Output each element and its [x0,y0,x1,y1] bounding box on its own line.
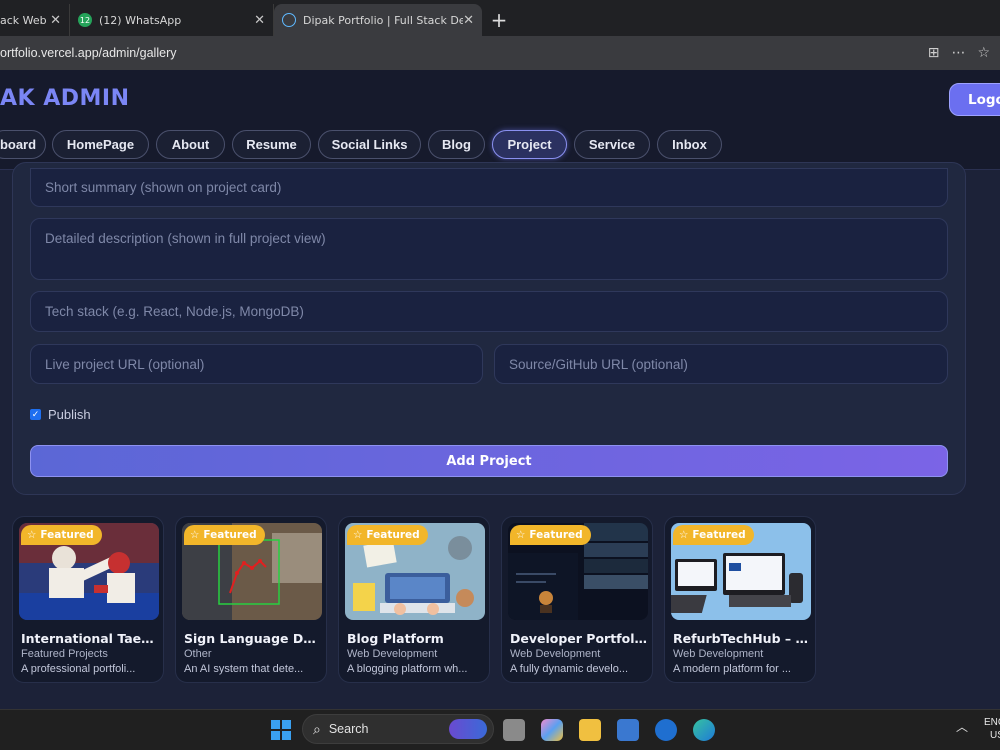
badge-label: Featured [692,529,746,541]
nav-about[interactable]: About [156,130,225,159]
address-bar[interactable]: ortfolio.vercel.app/admin/gallery ⊞ ⋯ ☆ [0,36,1000,70]
nav-project[interactable]: Project [492,130,567,159]
badge-label: Featured [366,529,420,541]
star-icon: ☆ [516,529,526,541]
windows-taskbar [0,709,1000,750]
project-title: Developer Portfoli... [510,631,650,646]
nav-inbox[interactable]: Inbox [657,130,722,159]
language-indicator[interactable]: ENG US [984,716,1000,742]
lang-bottom: US [990,730,1000,741]
browser-tab-portfolio[interactable]: Dipak Portfolio | Full Stack Develop ✕ [274,4,482,36]
nav-homepage[interactable]: HomePage [52,130,149,159]
star-icon: ☆ [190,529,200,541]
project-thumbnail: ☆ Featured [671,523,811,620]
project-card[interactable]: ☆ Featured International Taek... Featured… [12,516,164,683]
badge-label: Featured [529,529,583,541]
project-description: A blogging platform wh... [347,663,468,675]
project-card[interactable]: ☆ Featured RefurbTechHub – R... Web Devel… [664,516,816,683]
project-title: Blog Platform [347,631,444,646]
mail-icon[interactable] [655,719,677,741]
react-icon [282,13,296,27]
close-icon[interactable]: ✕ [463,13,474,28]
publish-label: Publish [48,407,91,422]
more-icon[interactable]: ⋯ [951,45,965,61]
description-textarea[interactable]: Detailed description (shown in full proj… [30,218,948,280]
project-description: A professional portfoli... [21,663,136,675]
add-project-button[interactable]: Add Project [30,445,948,477]
tab-title: ack Web D [0,13,50,27]
browser-tabbar: ack Web D ✕ 12 (12) WhatsApp ✕ Dipak Por… [0,0,1000,36]
featured-badge: ☆ Featured [673,525,754,545]
featured-badge: ☆ Featured [510,525,591,545]
featured-badge: ☆ Featured [347,525,428,545]
source-url-input[interactable]: Source/GitHub URL (optional) [494,344,948,384]
apps-icon[interactable]: ⊞ [928,45,940,61]
tab-title: Dipak Portfolio | Full Stack Develop [303,13,464,27]
live-url-input[interactable]: Live project URL (optional) [30,344,483,384]
nav-resume[interactable]: Resume [232,130,311,159]
checkbox-checked-icon[interactable]: ✓ [30,409,41,420]
summary-input[interactable]: Short summary (shown on project card) [30,168,948,207]
project-description: A modern platform for ... [673,663,791,675]
project-category: Featured Projects [21,648,108,660]
project-card[interactable]: ☆ Featured Sign Language Det... Other An … [175,516,327,683]
windows-start-icon[interactable] [270,719,292,741]
new-tab-icon[interactable]: + [482,4,516,36]
chevron-up-icon[interactable]: ︿ [956,718,968,735]
project-card[interactable]: ☆ Featured Developer Portfoli... Web Deve… [501,516,653,683]
search-icon: ⌕ [313,720,321,737]
featured-badge: ☆ Featured [184,525,265,545]
publish-checkbox-row[interactable]: ✓ Publish [30,407,91,422]
close-icon[interactable]: ✕ [254,13,265,28]
nav-social-links[interactable]: Social Links [318,130,421,159]
star-icon: ☆ [679,529,689,541]
tech-stack-input[interactable]: Tech stack (e.g. React, Node.js, MongoDB… [30,291,948,332]
project-thumbnail: ☆ Featured [182,523,322,620]
project-description: An AI system that dete... [184,663,304,675]
brand-title: AK ADMIN [0,86,130,111]
star-icon[interactable]: ☆ [977,45,990,61]
nav-dashboard[interactable]: board [0,130,46,159]
url-text[interactable]: ortfolio.vercel.app/admin/gallery [0,46,176,60]
file-explorer-icon[interactable] [579,719,601,741]
project-thumbnail: ☆ Featured [508,523,648,620]
nav-service[interactable]: Service [574,130,650,159]
badge-label: Featured [40,529,94,541]
close-icon[interactable]: ✕ [50,13,61,28]
project-category: Web Development [673,648,764,660]
nav-blog[interactable]: Blog [428,130,485,159]
browser-tab-whatsapp[interactable]: 12 (12) WhatsApp ✕ [70,4,274,36]
project-title: Sign Language Det... [184,631,324,646]
project-category: Web Development [510,648,601,660]
star-icon: ☆ [27,529,37,541]
star-icon: ☆ [353,529,363,541]
badge-label: Featured [203,529,257,541]
project-title: RefurbTechHub – R... [673,631,813,646]
project-title: International Taek... [21,631,161,646]
browser-tab-1[interactable]: ack Web D ✕ [0,4,70,36]
copilot-icon[interactable] [541,719,563,741]
whatsapp-icon: 12 [78,13,92,27]
taskbar-search[interactable]: ⌕ Search [302,714,494,744]
project-thumbnail: ☆ Featured [345,523,485,620]
project-thumbnail: ☆ Featured [19,523,159,620]
store-icon[interactable] [617,719,639,741]
search-label: Search [328,722,369,736]
lang-top: ENG [984,717,1000,728]
project-category: Web Development [347,648,438,660]
task-view-icon[interactable] [503,719,525,741]
logout-button[interactable]: Logo [949,83,1000,116]
featured-badge: ☆ Featured [21,525,102,545]
project-card[interactable]: ☆ Featured Blog Platform Web Development … [338,516,490,683]
tab-title: (12) WhatsApp [99,13,182,27]
edge-icon[interactable] [693,719,715,741]
search-highlight-icon [449,719,487,739]
project-category: Other [184,648,212,660]
project-description: A fully dynamic develo... [510,663,629,675]
